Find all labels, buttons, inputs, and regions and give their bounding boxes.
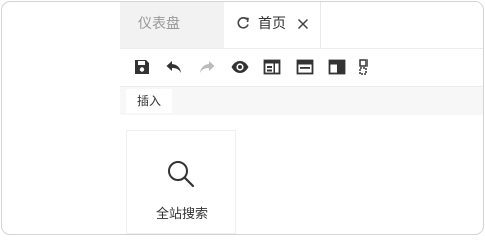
widget-caption: 全站搜索 xyxy=(155,207,208,222)
tab-insert-label: 插入 xyxy=(136,94,161,108)
insert-bar: 插入 xyxy=(120,87,483,115)
app-frame: 仪表盘 首页 插入 全站搜索 xyxy=(1,1,484,235)
toolbar xyxy=(120,49,483,85)
tab-bar: 仪表盘 首页 xyxy=(120,2,483,48)
tab-insert[interactable]: 插入 xyxy=(126,89,172,113)
search-icon xyxy=(165,158,197,194)
preview-icon[interactable] xyxy=(230,57,250,77)
save-icon[interactable] xyxy=(132,57,152,77)
tab-dashboard[interactable]: 仪表盘 xyxy=(120,2,224,48)
site-search-widget[interactable]: 全站搜索 xyxy=(126,130,236,234)
layout-split-icon[interactable] xyxy=(262,57,282,77)
tab-home-label: 首页 xyxy=(258,16,286,32)
layout-top-icon[interactable] xyxy=(295,57,315,77)
grid-icon[interactable] xyxy=(358,57,368,77)
layout-header-icon[interactable] xyxy=(327,57,347,77)
tab-home[interactable]: 首页 xyxy=(224,2,321,48)
tab-dashboard-label: 仪表盘 xyxy=(138,16,180,32)
redo-icon[interactable] xyxy=(197,57,217,77)
undo-icon[interactable] xyxy=(164,57,184,77)
